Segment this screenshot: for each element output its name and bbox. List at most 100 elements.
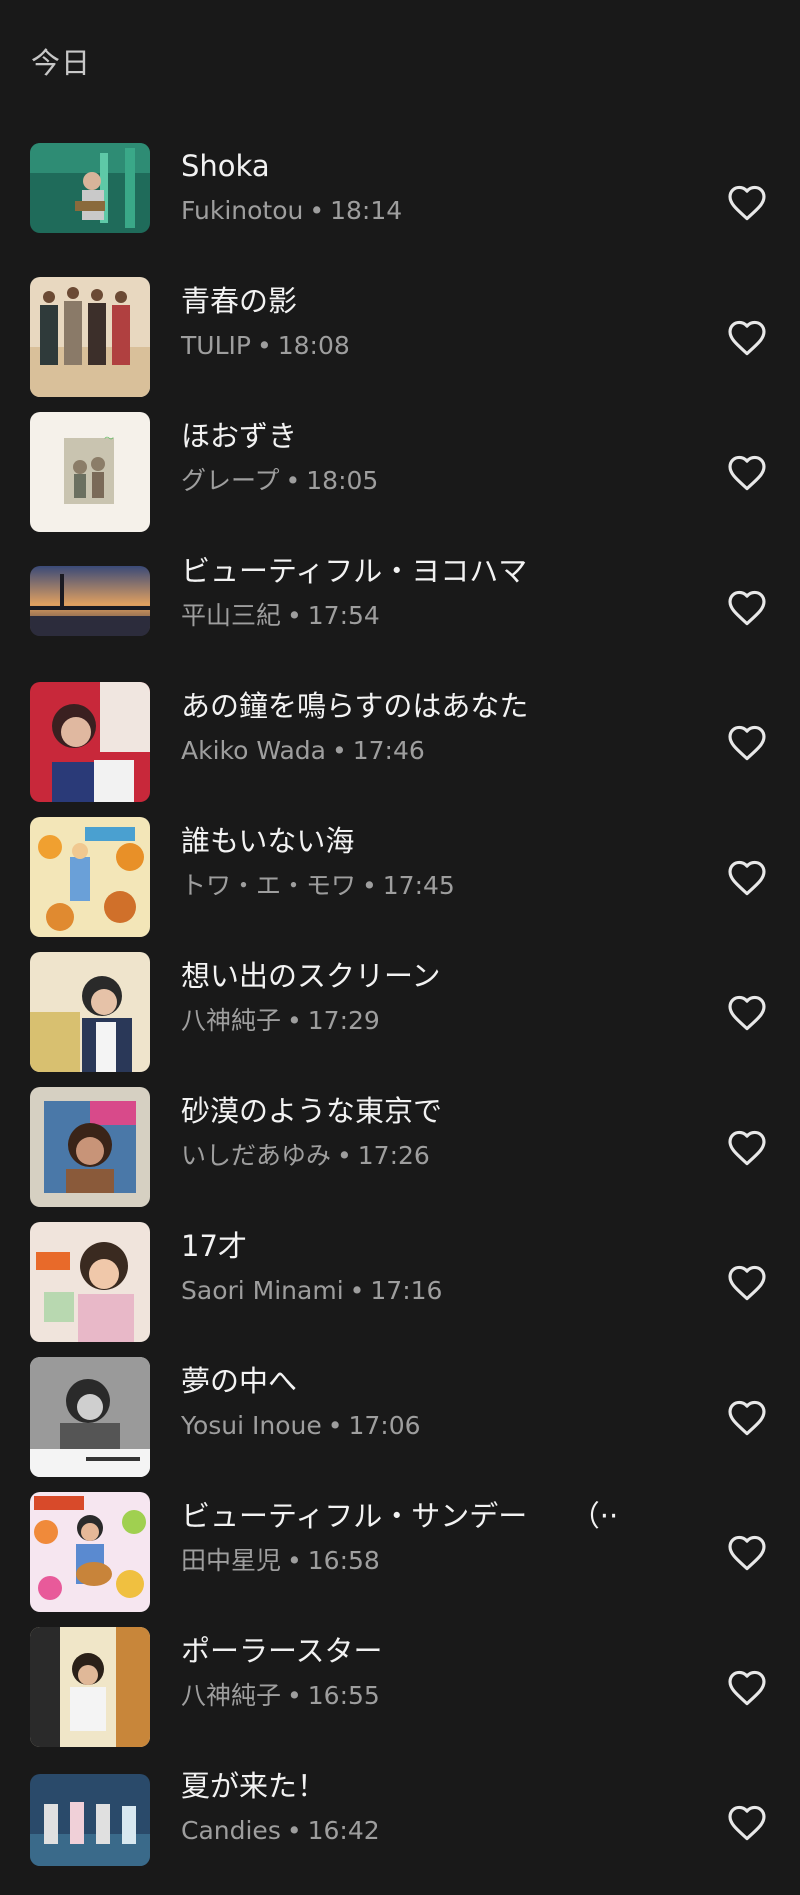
- track-artist: Fukinotou: [181, 196, 304, 225]
- favorite-button[interactable]: [726, 722, 768, 762]
- played-time: 17:45: [382, 871, 455, 900]
- favorite-button[interactable]: [726, 1532, 768, 1572]
- track-subtitle: いしだあゆみ • 17:26: [181, 1139, 661, 1173]
- played-time: 16:58: [307, 1546, 380, 1575]
- track-title: ビューティフル・サンデー （··: [181, 1499, 619, 1533]
- track-subtitle: TULIP • 18:08: [181, 329, 661, 363]
- heart-outline-icon: [728, 995, 766, 1031]
- track-subtitle: Akiko Wada • 17:46: [181, 734, 661, 768]
- track-artist: 平山三紀: [181, 601, 282, 630]
- track-subtitle: 平山三紀 • 17:54: [181, 599, 661, 633]
- heart-outline-icon: [728, 185, 766, 221]
- track-artist: いしだあゆみ: [181, 1141, 332, 1170]
- heart-outline-icon: [728, 860, 766, 896]
- track-artist: 八神純子: [181, 1006, 282, 1035]
- favorite-button[interactable]: [726, 992, 768, 1032]
- list-item[interactable]: ポーラースター 八神純子 • 16:55: [0, 1625, 800, 1760]
- track-artist: TULIP: [181, 331, 251, 360]
- played-time: 17:26: [357, 1141, 430, 1170]
- favorite-button[interactable]: [726, 1262, 768, 1302]
- separator: •: [287, 1546, 302, 1575]
- track-title: ほおずき: [181, 419, 298, 453]
- heart-outline-icon: [728, 455, 766, 491]
- album-art[interactable]: [30, 1357, 150, 1477]
- track-title: 想い出のスクリーン: [181, 959, 441, 993]
- list-item[interactable]: 〜 ほおずき グレープ • 18:05: [0, 410, 800, 545]
- list-item[interactable]: Shoka Fukinotou • 18:14: [0, 140, 800, 275]
- album-art[interactable]: [30, 566, 150, 636]
- list-item[interactable]: あの鐘を鳴らすのはあなた Akiko Wada • 17:46: [0, 680, 800, 815]
- favorite-button[interactable]: [726, 1127, 768, 1167]
- favorite-button[interactable]: [726, 182, 768, 222]
- favorite-button[interactable]: [726, 1667, 768, 1707]
- played-time: 18:14: [330, 196, 403, 225]
- separator: •: [287, 1681, 302, 1710]
- separator: •: [286, 1816, 302, 1845]
- section-title-today: 今日: [31, 46, 92, 80]
- album-art[interactable]: [30, 1627, 150, 1747]
- favorite-button[interactable]: [726, 587, 768, 627]
- favorite-button[interactable]: [726, 1397, 768, 1437]
- album-art[interactable]: [30, 682, 150, 802]
- track-title: 夏が来た！: [181, 1769, 327, 1803]
- track-subtitle: Yosui Inoue • 17:06: [181, 1409, 661, 1443]
- favorite-button[interactable]: [726, 317, 768, 357]
- heart-outline-icon: [728, 1265, 766, 1301]
- track-artist: Akiko Wada: [181, 736, 326, 765]
- heart-outline-icon: [728, 1805, 766, 1841]
- track-artist: Saori Minami: [181, 1276, 344, 1305]
- list-item[interactable]: 17才 Saori Minami • 17:16: [0, 1220, 800, 1355]
- album-art[interactable]: [30, 277, 150, 397]
- track-subtitle: 八神純子 • 17:29: [181, 1004, 661, 1038]
- list-item[interactable]: 夢の中へ Yosui Inoue • 17:06: [0, 1355, 800, 1490]
- album-art[interactable]: [30, 817, 150, 937]
- album-art[interactable]: [30, 1222, 150, 1342]
- favorite-button[interactable]: [726, 1802, 768, 1842]
- album-art[interactable]: [30, 952, 150, 1072]
- album-art[interactable]: [30, 143, 150, 233]
- track-subtitle: 八神純子 • 16:55: [181, 1679, 661, 1713]
- album-art[interactable]: [30, 1087, 150, 1207]
- list-item[interactable]: 砂漠のような東京で いしだあゆみ • 17:26: [0, 1085, 800, 1220]
- heart-outline-icon: [728, 1670, 766, 1706]
- list-item[interactable]: 夏が来た！ Candies • 16:42: [0, 1760, 800, 1895]
- list-item[interactable]: 想い出のスクリーン 八神純子 • 17:29: [0, 950, 800, 1085]
- track-subtitle: Fukinotou • 18:14: [181, 194, 661, 228]
- track-artist: 八神純子: [181, 1681, 282, 1710]
- track-subtitle: Candies • 16:42: [181, 1814, 661, 1848]
- track-title: 青春の影: [181, 284, 298, 318]
- played-time: 17:29: [307, 1006, 380, 1035]
- played-time: 18:05: [306, 466, 379, 495]
- separator: •: [349, 1276, 365, 1305]
- track-title: 誰もいない海: [181, 824, 355, 858]
- played-time: 16:55: [307, 1681, 380, 1710]
- heart-outline-icon: [728, 1400, 766, 1436]
- album-art[interactable]: [30, 1774, 150, 1866]
- list-item[interactable]: 青春の影 TULIP • 18:08: [0, 275, 800, 410]
- svg-text:〜: 〜: [104, 434, 114, 445]
- track-subtitle: 田中星児 • 16:58: [181, 1544, 661, 1578]
- list-item[interactable]: ビューティフル・サンデー （·· 田中星児 • 16:58: [0, 1490, 800, 1625]
- track-subtitle: トワ・エ・モワ • 17:45: [181, 869, 661, 903]
- album-art[interactable]: [30, 1492, 150, 1612]
- favorite-button[interactable]: [726, 452, 768, 492]
- track-title: Shoka: [181, 149, 270, 183]
- separator: •: [337, 1141, 352, 1170]
- track-artist: トワ・エ・モワ: [181, 871, 357, 900]
- list-item[interactable]: 誰もいない海 トワ・エ・モワ • 17:45: [0, 815, 800, 950]
- heart-outline-icon: [728, 725, 766, 761]
- separator: •: [287, 1006, 302, 1035]
- separator: •: [331, 736, 347, 765]
- played-time: 17:54: [307, 601, 380, 630]
- played-time: 17:06: [348, 1411, 421, 1440]
- history-list: Shoka Fukinotou • 18:14 青春の影 TULIP • 18:08: [0, 140, 800, 1895]
- track-subtitle: グレープ • 18:05: [181, 464, 661, 498]
- favorite-button[interactable]: [726, 857, 768, 897]
- track-artist: 田中星児: [181, 1546, 282, 1575]
- album-art[interactable]: 〜: [30, 412, 150, 532]
- list-item[interactable]: ビューティフル・ヨコハマ 平山三紀 • 17:54: [0, 545, 800, 680]
- separator: •: [285, 466, 301, 495]
- track-subtitle: Saori Minami • 17:16: [181, 1274, 661, 1308]
- track-title: 17才: [181, 1229, 247, 1263]
- heart-outline-icon: [728, 1535, 766, 1571]
